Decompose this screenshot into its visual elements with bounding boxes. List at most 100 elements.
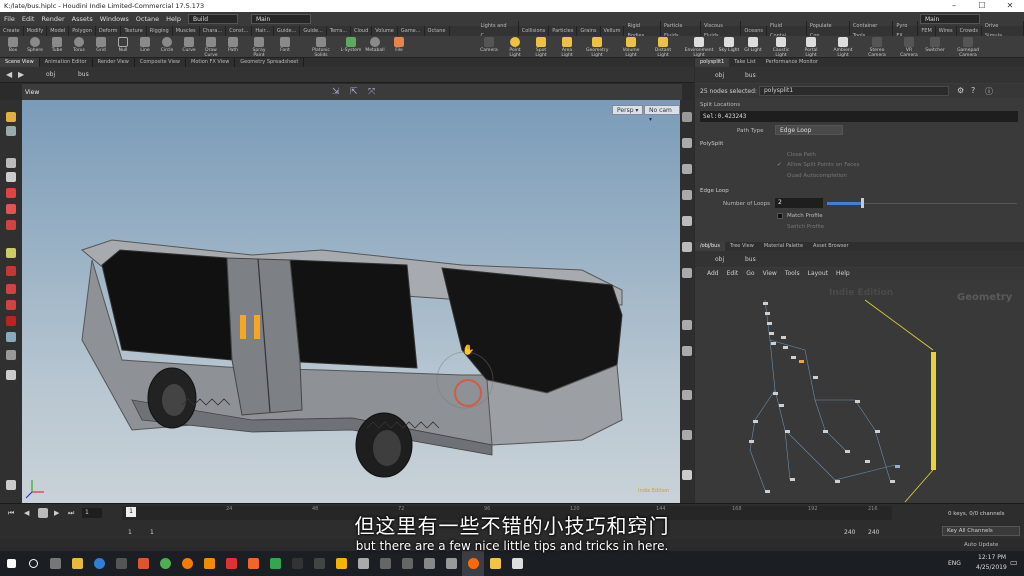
chrome-icon[interactable] bbox=[154, 551, 176, 576]
network-path-root[interactable]: obj bbox=[715, 256, 724, 263]
app-orange-icon[interactable] bbox=[242, 551, 264, 576]
app-gray2-icon[interactable] bbox=[396, 551, 418, 576]
split-locations-field[interactable]: Sel:0.423243 bbox=[700, 111, 1018, 122]
network-node[interactable] bbox=[779, 404, 784, 407]
net-menu-help[interactable]: Help bbox=[836, 268, 850, 280]
shelf-tab-create[interactable]: Create bbox=[0, 26, 24, 36]
tab-material-palette[interactable]: Material Palette bbox=[759, 242, 808, 251]
shelf-tab-chara[interactable]: Chara... bbox=[200, 26, 227, 36]
windows-start-icon[interactable] bbox=[0, 551, 22, 576]
camera-tool-icon[interactable] bbox=[6, 332, 16, 342]
tab-tree-view[interactable]: Tree View bbox=[725, 242, 759, 251]
app-skull-icon[interactable] bbox=[440, 551, 462, 576]
clock-date[interactable]: 4/25/2019 bbox=[976, 564, 1007, 571]
quad-auto-checkbox[interactable]: Quad Autocompletion bbox=[787, 173, 847, 179]
clock-time[interactable]: 12:17 PM bbox=[978, 554, 1006, 561]
select-tool-icon[interactable] bbox=[6, 112, 16, 122]
tab-geometry-spreadsheet[interactable]: Geometry Spreadsheet bbox=[235, 58, 305, 67]
grid-tool[interactable]: Grid bbox=[90, 37, 112, 53]
tab-composite-view[interactable]: Composite View bbox=[135, 58, 186, 67]
shelf-tab-volume[interactable]: Volume bbox=[372, 26, 398, 36]
photos-icon[interactable] bbox=[506, 551, 528, 576]
shelf-tab-oceans[interactable]: Oceans bbox=[741, 26, 768, 36]
menu-assets[interactable]: Assets bbox=[72, 15, 93, 23]
view-tool-icon[interactable] bbox=[6, 316, 16, 326]
net-menu-edit[interactable]: Edit bbox=[727, 268, 739, 280]
app-red-icon[interactable] bbox=[220, 551, 242, 576]
menu-octane[interactable]: Octane bbox=[136, 15, 159, 23]
wireframe-icon[interactable] bbox=[682, 190, 692, 200]
menu-file[interactable]: File bbox=[4, 15, 15, 23]
line-tool[interactable]: Line bbox=[134, 37, 156, 53]
font-tool[interactable]: Font bbox=[274, 37, 296, 53]
environment-light-tool[interactable]: Environment Light bbox=[684, 37, 714, 58]
shelf-tab-const[interactable]: Const... bbox=[226, 26, 253, 36]
spot-light-tool[interactable]: Spot Light bbox=[530, 37, 552, 58]
network-node[interactable] bbox=[783, 346, 788, 349]
platonic-tool[interactable]: Platonic Solids bbox=[306, 37, 336, 58]
app-dark-icon[interactable] bbox=[286, 551, 308, 576]
extra-tool-icon[interactable] bbox=[6, 480, 16, 490]
point-light-tool[interactable]: Point Light bbox=[504, 37, 526, 58]
gear-icon[interactable]: ⚙ bbox=[957, 86, 964, 95]
network-node[interactable] bbox=[835, 480, 840, 483]
normal-display-icon[interactable] bbox=[682, 320, 692, 330]
safe-area-icon[interactable] bbox=[682, 390, 692, 400]
network-node[interactable] bbox=[855, 400, 860, 403]
draw-curve-tool[interactable]: Draw Curve bbox=[200, 37, 222, 58]
shelf-tab-guide2[interactable]: Guide... bbox=[300, 26, 327, 36]
tab-motion-fx-view[interactable]: Motion FX View bbox=[186, 58, 236, 67]
display-option-icon[interactable] bbox=[682, 112, 692, 122]
tube-tool[interactable]: Tube bbox=[46, 37, 68, 53]
shelf-tab-fem[interactable]: FEM bbox=[918, 26, 936, 36]
match-profile-checkbox[interactable] bbox=[777, 213, 783, 219]
tab-polysplit[interactable]: polysplit1 bbox=[695, 58, 730, 67]
shelf-tab-crowds[interactable]: Crowds bbox=[957, 26, 982, 36]
network-node[interactable] bbox=[813, 376, 818, 379]
caustic-light-tool[interactable]: Caustic Light bbox=[770, 37, 792, 58]
desktop-main-dropdown[interactable]: Main bbox=[250, 14, 311, 24]
sky-light-tool[interactable]: Sky Light bbox=[718, 37, 740, 53]
language-indicator[interactable]: ENG bbox=[948, 560, 961, 567]
network-node[interactable] bbox=[765, 490, 770, 493]
allow-split-checkbox[interactable]: Allow Split Points on Faces bbox=[787, 162, 860, 168]
background-icon[interactable] bbox=[682, 430, 692, 440]
bus-model[interactable] bbox=[22, 100, 680, 503]
shelf-tab-polygon[interactable]: Polygon bbox=[69, 26, 96, 36]
network-path-node[interactable]: bus bbox=[745, 256, 756, 263]
vlc-icon[interactable] bbox=[198, 551, 220, 576]
app-yellow-icon[interactable] bbox=[484, 551, 506, 576]
forward-arrow-icon[interactable]: ▶ bbox=[18, 70, 24, 79]
network-node[interactable] bbox=[765, 312, 770, 315]
brush-tool-icon[interactable] bbox=[6, 284, 16, 294]
search-icon[interactable] bbox=[22, 551, 44, 576]
shelf-tab-terra[interactable]: Terra... bbox=[327, 26, 351, 36]
snapshot-icon[interactable] bbox=[682, 470, 692, 480]
shelf-tab-cloud[interactable]: Cloud bbox=[351, 26, 373, 36]
sphere-tool[interactable]: Sphere bbox=[24, 37, 46, 53]
path-tool[interactable]: Path bbox=[222, 37, 244, 53]
param-path-node[interactable]: bus bbox=[745, 72, 756, 79]
network-node[interactable] bbox=[749, 440, 754, 443]
spray-paint-tool[interactable]: Spray Paint bbox=[248, 37, 270, 58]
shelf-tab-guide[interactable]: Guide... bbox=[274, 26, 301, 36]
shelf-tab-hair[interactable]: Hair... bbox=[252, 26, 274, 36]
area-light-tool[interactable]: Area Light bbox=[556, 37, 578, 58]
tab-asset-browser[interactable]: Asset Browser bbox=[808, 242, 854, 251]
null-tool[interactable]: Null bbox=[112, 37, 134, 53]
network-node[interactable] bbox=[785, 430, 790, 433]
scene-viewport[interactable]: Persp ▾ No cam ▾ ✋ Indie Edition bbox=[22, 100, 680, 503]
move-tool-icon[interactable] bbox=[6, 126, 16, 136]
snap-icon[interactable]: ⇲ bbox=[332, 87, 340, 97]
magnet-tool-icon[interactable] bbox=[6, 266, 16, 276]
network-node[interactable] bbox=[890, 480, 895, 483]
menu-edit[interactable]: Edit bbox=[22, 15, 35, 23]
lock-icon[interactable] bbox=[6, 172, 16, 182]
brave-icon[interactable] bbox=[132, 551, 154, 576]
volume-light-tool[interactable]: Volume Light bbox=[620, 37, 642, 58]
shelf-tab-wires[interactable]: Wires bbox=[936, 26, 957, 36]
curve-tool[interactable]: Curve bbox=[178, 37, 200, 53]
desktop-build-dropdown[interactable]: Build bbox=[187, 14, 238, 24]
tab-scene-view[interactable]: Scene View bbox=[0, 58, 40, 67]
stereo-camera-tool[interactable]: Stereo Camera bbox=[866, 37, 888, 58]
